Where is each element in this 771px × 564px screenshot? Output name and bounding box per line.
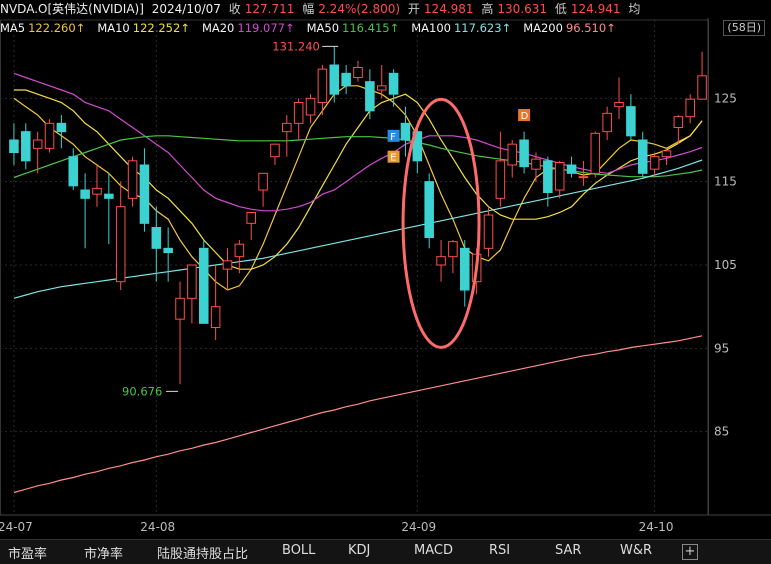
candle-body[interactable] bbox=[341, 72, 351, 87]
ma-line-ma200 bbox=[13, 335, 703, 494]
tab-sar[interactable]: SAR bbox=[555, 543, 581, 558]
candle-body[interactable] bbox=[92, 187, 102, 195]
candle-body[interactable] bbox=[661, 150, 672, 158]
candle-body[interactable] bbox=[9, 139, 19, 153]
y-tick-label: 105 bbox=[714, 258, 737, 272]
candle-body[interactable] bbox=[163, 247, 173, 253]
candle-body[interactable] bbox=[305, 97, 316, 116]
tab--[interactable]: 陆股通持股占比 bbox=[157, 543, 248, 562]
candle-body[interactable] bbox=[483, 214, 494, 249]
candle-body[interactable] bbox=[365, 81, 375, 112]
candle-body[interactable] bbox=[649, 156, 660, 170]
y-tick-label: 115 bbox=[714, 175, 737, 189]
candle-body[interactable] bbox=[293, 102, 304, 124]
candle-body[interactable] bbox=[531, 158, 541, 170]
candle-body[interactable] bbox=[626, 106, 636, 137]
event-marker-label: D bbox=[521, 111, 529, 122]
candle-body[interactable] bbox=[80, 189, 90, 199]
candle-body[interactable] bbox=[175, 297, 185, 320]
candle-body[interactable] bbox=[329, 64, 340, 95]
tab-kdj[interactable]: KDJ bbox=[348, 543, 370, 558]
event-marker-label: F bbox=[390, 132, 396, 143]
candle-body[interactable] bbox=[460, 247, 470, 291]
y-tick-label: 95 bbox=[714, 341, 729, 355]
candle-body[interactable] bbox=[115, 206, 126, 283]
candle-body[interactable] bbox=[270, 143, 280, 158]
candle-body[interactable] bbox=[258, 172, 268, 191]
candle-body[interactable] bbox=[554, 162, 565, 191]
candle-body[interactable] bbox=[282, 122, 292, 133]
candle-body[interactable] bbox=[68, 156, 79, 187]
candle-body[interactable] bbox=[32, 139, 43, 149]
candle-body[interactable] bbox=[424, 181, 434, 239]
candle-body[interactable] bbox=[198, 247, 209, 324]
tab-rsi[interactable]: RSI bbox=[489, 543, 510, 558]
candle-body[interactable] bbox=[376, 85, 387, 91]
candle-body[interactable] bbox=[590, 132, 601, 174]
tab--[interactable]: 市净率 bbox=[84, 543, 123, 562]
candle-body[interactable] bbox=[317, 68, 328, 103]
candle-body[interactable] bbox=[139, 164, 150, 224]
candle-body[interactable] bbox=[104, 193, 114, 199]
tab-boll[interactable]: BOLL bbox=[282, 543, 315, 558]
indicator-tabs: 市盈率 市净率 陆股通持股占比 BOLL KDJ MACD RSI SAR W&R + bbox=[0, 539, 771, 564]
candle-body[interactable] bbox=[697, 75, 707, 100]
candle-body[interactable] bbox=[507, 143, 518, 166]
candle-body[interactable] bbox=[637, 139, 648, 174]
candle-body[interactable] bbox=[602, 112, 612, 133]
candle-body[interactable] bbox=[44, 122, 55, 149]
candle-body[interactable] bbox=[448, 241, 458, 258]
add-tab-icon[interactable]: + bbox=[682, 544, 698, 560]
tab--[interactable]: 市盈率 bbox=[8, 543, 47, 562]
candle-body[interactable] bbox=[151, 227, 162, 249]
tab-macd[interactable]: MACD bbox=[414, 543, 453, 558]
x-tick-label: 24-08 bbox=[140, 520, 175, 534]
candlestick-chart[interactable]: 85 95 105 115 125 24-07 24-08 24-09 24-10 131.240… bbox=[0, 0, 771, 539]
candle-body[interactable] bbox=[388, 72, 399, 95]
plot-frame bbox=[0, 19, 709, 516]
candle-body[interactable] bbox=[685, 98, 695, 118]
candle-body[interactable] bbox=[673, 116, 684, 128]
low-annotation-label: 90.676 bbox=[122, 384, 162, 398]
candle-body[interactable] bbox=[436, 256, 446, 266]
candle-body[interactable] bbox=[56, 122, 67, 133]
x-tick-label: 24-10 bbox=[639, 520, 674, 534]
candle-body[interactable] bbox=[127, 160, 138, 199]
y-tick-label: 125 bbox=[714, 91, 737, 105]
x-tick-label: 24-07 bbox=[0, 520, 33, 534]
candle-body[interactable] bbox=[519, 139, 529, 168]
candle-body[interactable] bbox=[234, 243, 245, 258]
x-tick-label: 24-09 bbox=[401, 520, 436, 534]
y-tick-label: 85 bbox=[714, 425, 729, 439]
candle-body[interactable] bbox=[210, 306, 221, 328]
candle-body[interactable] bbox=[187, 264, 197, 299]
candle-body[interactable] bbox=[495, 160, 506, 199]
candle-body[interactable] bbox=[566, 164, 577, 174]
high-annotation-label: 131.240 bbox=[272, 39, 320, 53]
candle-body[interactable] bbox=[222, 260, 233, 270]
candle-body[interactable] bbox=[578, 176, 589, 179]
candle-body[interactable] bbox=[543, 160, 553, 193]
event-marker-label: E bbox=[390, 153, 396, 164]
tab-w-r[interactable]: W&R bbox=[620, 543, 652, 558]
candle-body[interactable] bbox=[614, 102, 624, 108]
candle-body[interactable] bbox=[400, 122, 411, 141]
highlight-ellipse bbox=[401, 97, 481, 349]
candle-body[interactable] bbox=[353, 67, 363, 78]
candle-body[interactable] bbox=[246, 212, 256, 224]
candle-body[interactable] bbox=[21, 131, 31, 162]
